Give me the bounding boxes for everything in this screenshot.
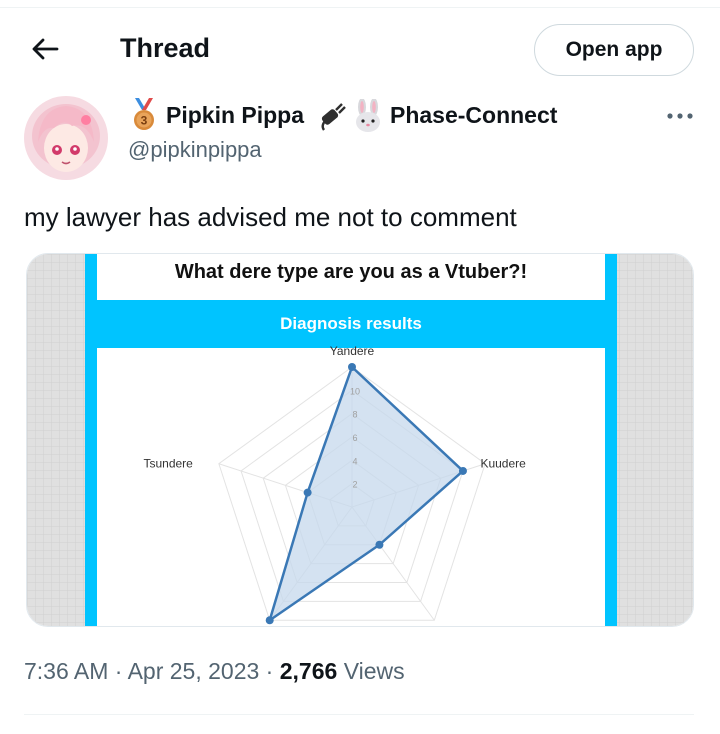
image-header-text: What dere type are you as a Vtuber?! bbox=[175, 261, 527, 283]
radar-tick-label: 10 bbox=[350, 386, 360, 396]
avatar[interactable] bbox=[24, 96, 108, 180]
rabbit-face-icon bbox=[356, 99, 380, 132]
radar-point bbox=[303, 488, 312, 497]
radar-tick-label: 8 bbox=[352, 410, 357, 420]
bronze-medal-icon: 3 bbox=[134, 98, 154, 130]
radar-point bbox=[348, 363, 356, 371]
tweet-date: Apr 25, 2023 bbox=[127, 658, 260, 684]
tweet-time: 7:36 AM bbox=[24, 658, 109, 684]
radar-category-label: Yandere bbox=[330, 344, 375, 358]
radar-category-label: Kuudere bbox=[480, 457, 526, 471]
back-arrow-icon[interactable] bbox=[30, 34, 60, 64]
more-options-icon[interactable] bbox=[660, 104, 700, 128]
tweet-text: my lawyer has advised me not to comment bbox=[24, 202, 517, 232]
tweet-meta: 7:36 AM · Apr 25, 2023 · 2,766 Views bbox=[24, 658, 405, 684]
electric-plug-icon bbox=[321, 103, 346, 131]
radar-tick-label: 2 bbox=[352, 480, 357, 490]
top-divider bbox=[0, 7, 720, 8]
affiliation-name[interactable]: Phase-Connect bbox=[390, 100, 557, 130]
radar-category-label: Tsundere bbox=[143, 457, 193, 471]
display-name[interactable]: Pipkin Pippa bbox=[166, 100, 304, 130]
radar-point bbox=[458, 466, 467, 475]
radar-point bbox=[265, 616, 274, 625]
page-title: Thread bbox=[120, 33, 211, 63]
tweet-media-image[interactable]: What dere type are you as a Vtuber?! Dia… bbox=[26, 253, 694, 627]
diagnosis-image: What dere type are you as a Vtuber?! Dia… bbox=[27, 254, 693, 626]
bottom-divider bbox=[24, 714, 694, 715]
diagnosis-banner-text: Diagnosis results bbox=[280, 314, 422, 333]
user-handle[interactable]: @pipkinpippa bbox=[128, 135, 262, 165]
radar-tick-label: 4 bbox=[352, 456, 357, 466]
views-count[interactable]: 2,766 bbox=[280, 658, 338, 684]
radar-tick-label: 6 bbox=[352, 433, 357, 443]
views-label: Views bbox=[343, 658, 405, 684]
svg-text:3: 3 bbox=[141, 114, 148, 128]
open-app-button[interactable]: Open app bbox=[534, 24, 694, 76]
radar-point bbox=[375, 540, 384, 549]
